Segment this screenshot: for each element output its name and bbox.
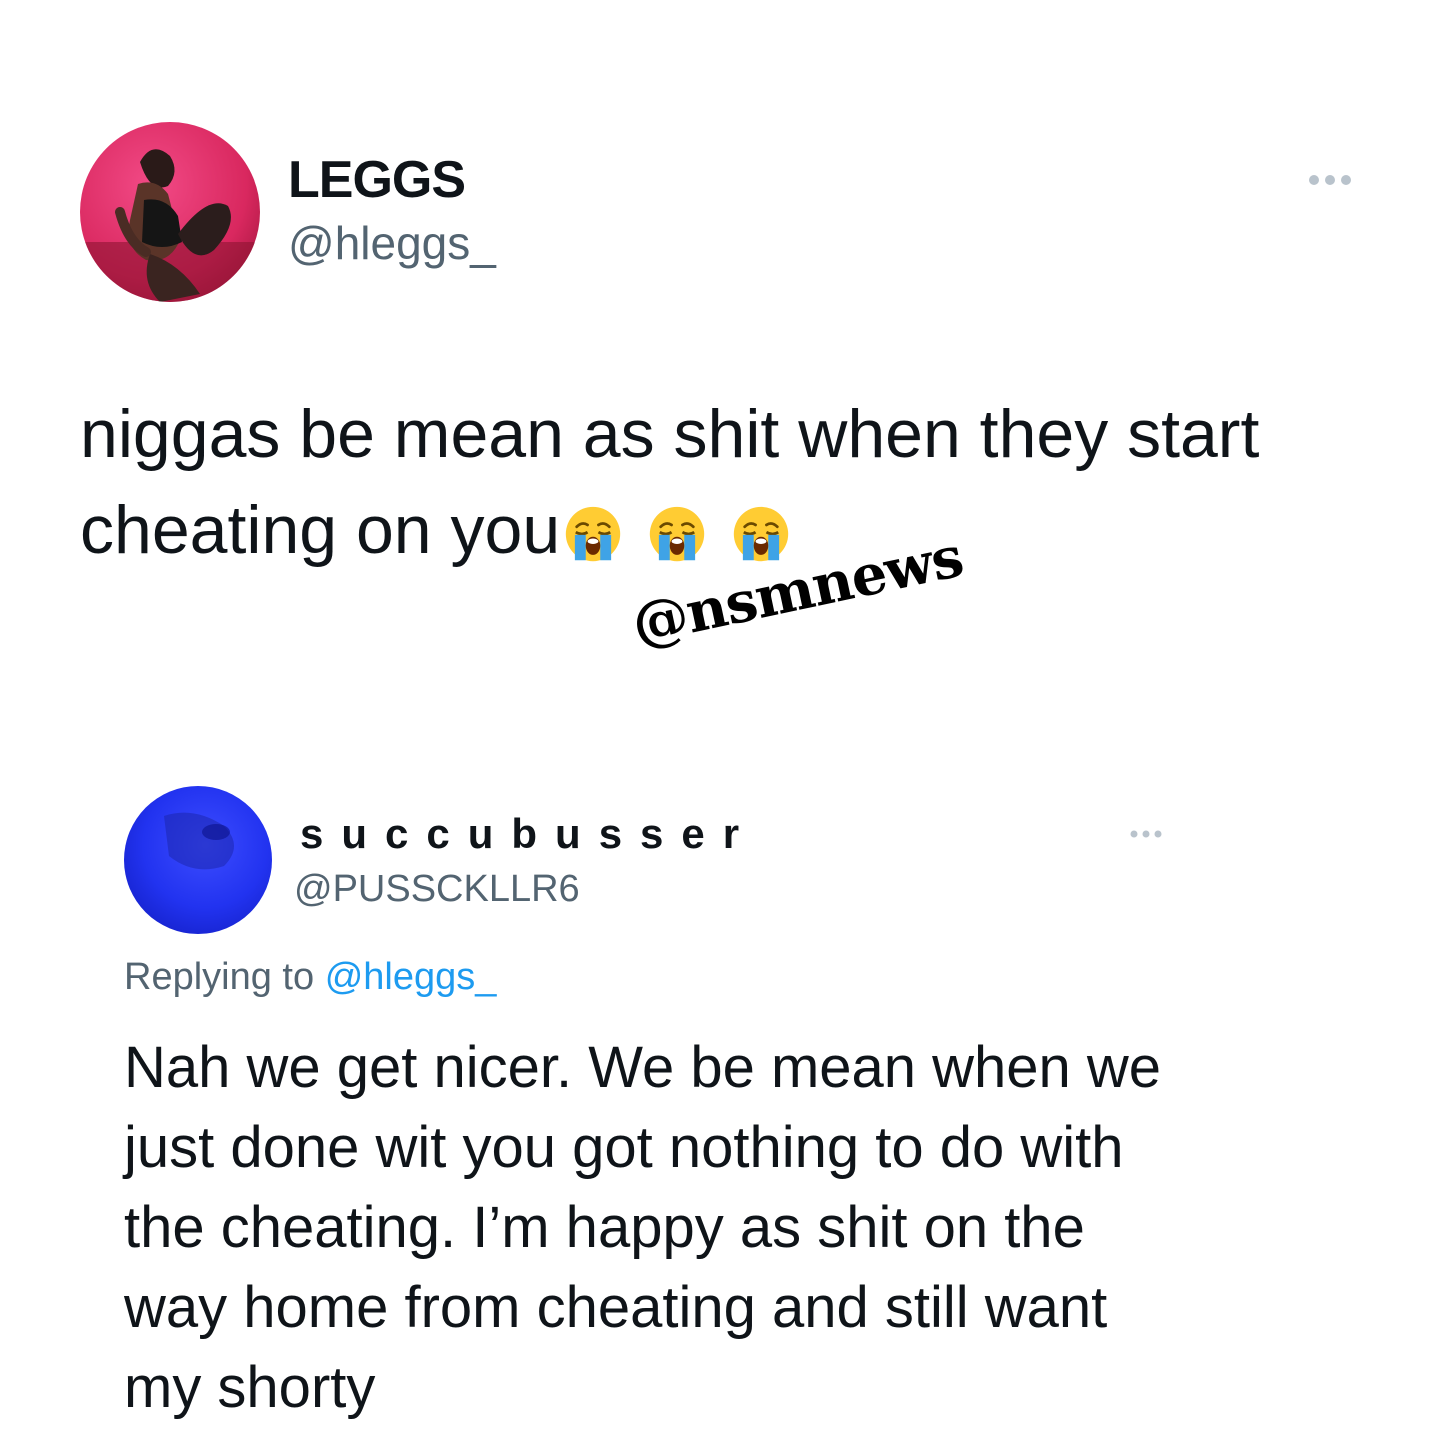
user-handle[interactable]: @PUSSCKLLR6 [294, 868, 580, 911]
display-name[interactable]: LEGGS [288, 150, 466, 210]
loudly-crying-face-icon [649, 506, 705, 562]
loudly-crying-face-icon [733, 506, 789, 562]
replying-to: Replying to @hleggs_ [124, 956, 496, 999]
more-options-icon[interactable] [1124, 822, 1168, 846]
reply-text: Nah we get nicer. We be mean when we jus… [124, 1035, 1162, 1420]
replying-to-mention[interactable]: @hleggs_ [325, 956, 497, 998]
user-handle[interactable]: @hleggs_ [288, 216, 496, 270]
original-tweet: LEGGS @hleggs_ niggas be mean as shit wh… [0, 0, 1440, 700]
more-options-icon[interactable] [1300, 160, 1360, 200]
reply-tweet: succubusser @PUSSCKLLR6 Replying to @hle… [0, 760, 1440, 1440]
loudly-crying-face-icon [565, 506, 621, 562]
display-name[interactable]: succubusser [300, 810, 757, 858]
tweet-text: niggas be mean as shit when they start c… [80, 386, 1380, 578]
replying-to-label: Replying to [124, 956, 315, 998]
avatar[interactable] [80, 122, 260, 302]
avatar[interactable] [124, 786, 272, 934]
